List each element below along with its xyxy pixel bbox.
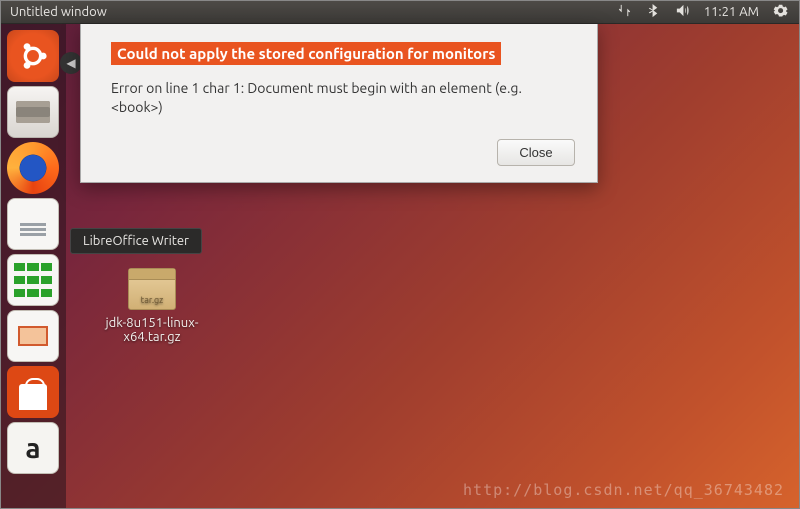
watermark-text: http://blog.csdn.net/qq_36743482	[463, 481, 784, 499]
archive-icon: tar.gz	[128, 268, 176, 310]
launcher-ubuntu-dash[interactable]	[7, 30, 59, 82]
tooltip-text: LibreOffice Writer	[83, 234, 189, 248]
system-tray: 11:21 AM	[617, 3, 794, 21]
back-indicator-icon: ◀	[60, 52, 82, 74]
launcher-files[interactable]	[7, 86, 59, 138]
archive-badge: tar.gz	[141, 295, 164, 305]
window-title: Untitled window	[6, 5, 107, 19]
top-menu-bar: Untitled window 11:21 AM	[0, 0, 800, 24]
launcher-libreoffice-calc[interactable]	[7, 254, 59, 306]
launcher-amazon[interactable]: a	[7, 422, 59, 474]
dialog-headline: Could not apply the stored configuration…	[111, 42, 501, 65]
desktop-file-label: jdk-8u151-linux-x64.tar.gz	[92, 316, 212, 344]
launcher-libreoffice-writer[interactable]	[7, 198, 59, 250]
sound-icon[interactable]	[675, 3, 690, 21]
launcher-libreoffice-impress[interactable]	[7, 310, 59, 362]
launcher-sidebar: a	[0, 24, 66, 509]
desktop-file-jdk-archive[interactable]: tar.gz jdk-8u151-linux-x64.tar.gz	[92, 268, 212, 344]
gear-icon[interactable]	[773, 3, 788, 21]
close-button[interactable]: Close	[497, 139, 575, 166]
network-icon[interactable]	[617, 3, 632, 21]
dialog-body: Error on line 1 char 1: Document must be…	[111, 79, 575, 117]
launcher-ubuntu-software[interactable]	[7, 366, 59, 418]
launcher-firefox[interactable]	[7, 142, 59, 194]
bluetooth-icon[interactable]	[646, 3, 661, 21]
launcher-tooltip: LibreOffice Writer	[70, 228, 202, 254]
clock[interactable]: 11:21 AM	[704, 5, 759, 19]
error-dialog: Could not apply the stored configuration…	[80, 24, 598, 183]
